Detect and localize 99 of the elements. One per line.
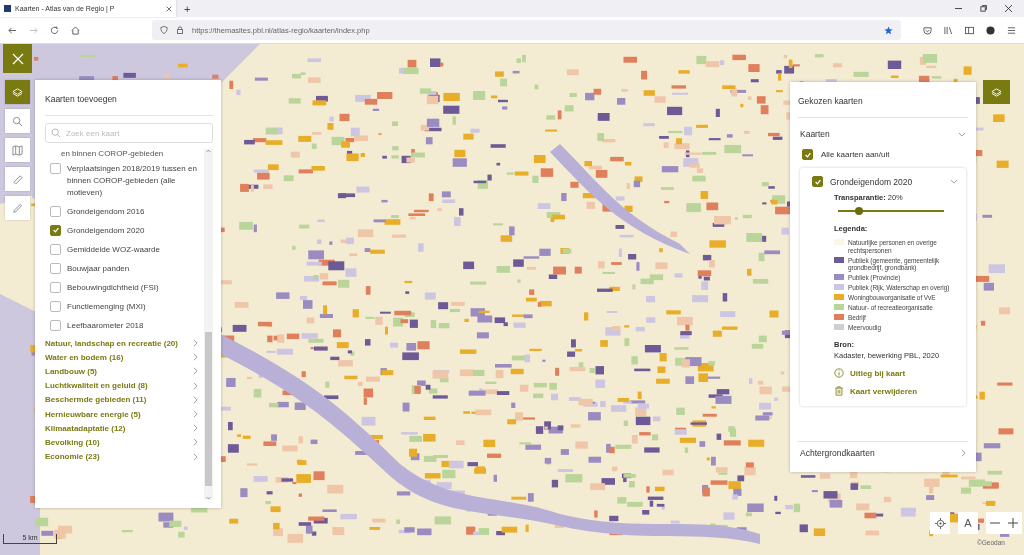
plus-icon: [1008, 518, 1018, 528]
section-header[interactable]: Kaarten: [798, 125, 968, 143]
tool-button[interactable]: [5, 196, 30, 220]
category-label: Landbouw (5): [45, 366, 97, 376]
library-icon[interactable]: [944, 25, 953, 35]
crosshair-icon: [934, 517, 946, 529]
category-label: Beschermde gebieden (11): [45, 395, 147, 405]
sidebar-icon[interactable]: [965, 25, 974, 35]
map-layer-item[interactable]: Bouwjaar panden: [45, 260, 204, 279]
lock-icon: [176, 26, 184, 34]
reload-icon[interactable]: [50, 25, 59, 35]
home-icon[interactable]: [71, 25, 80, 35]
layer-label: Leefbaarometer 2018: [67, 319, 144, 332]
pocket-icon[interactable]: [923, 25, 932, 35]
toggle-label: Alle kaarten aan/uit: [821, 150, 890, 159]
close-icon[interactable]: [1005, 5, 1012, 12]
category-item[interactable]: Water en bodem (16): [45, 350, 204, 365]
map-layer-item[interactable]: Verplaatsingen 2018/2019 tussen en binnen COROP-gebieden (alle motieven): [45, 160, 204, 203]
star-icon[interactable]: [884, 25, 893, 35]
map-layer-item[interactable]: Bebouwingdichtheid (FSI): [45, 279, 204, 298]
checkbox[interactable]: [50, 281, 61, 293]
minimize-icon[interactable]: [955, 5, 962, 12]
layers-icon: [12, 86, 23, 98]
new-tab-button[interactable]: +: [176, 0, 199, 17]
shield-icon: [160, 26, 168, 34]
category-label: Water en bodem (16): [45, 352, 124, 362]
panel-title: Kaarten toevoegen: [45, 90, 213, 116]
category-label: Hernieuwbare energie (5): [45, 409, 141, 419]
trash-icon: [834, 386, 844, 396]
category-item[interactable]: Beschermde gebieden (11): [45, 392, 204, 407]
info-icon: [834, 368, 844, 378]
layers-icon: [991, 86, 1002, 98]
section-header[interactable]: Achtergrondkaarten: [798, 441, 968, 462]
favicon-icon: [4, 5, 11, 12]
search-field[interactable]: Zoek een kaart: [45, 123, 213, 143]
category-item[interactable]: Landbouw (5): [45, 364, 204, 379]
action-link[interactable]: Uitleg bij kaart: [834, 368, 958, 378]
tool-button[interactable]: [5, 109, 30, 133]
category-label: Bevolking (10): [45, 437, 100, 447]
map-layer-item[interactable]: Leefbaarometer 2018: [45, 317, 204, 336]
layer-label: Verplaatsingen 2018/2019 tussen en binnen COROP-gebieden (alle motieven): [67, 162, 198, 199]
list-item-label: en binnen COROP-gebieden: [60, 149, 164, 159]
category-label: Economie (23): [45, 452, 100, 462]
tool-button[interactable]: [5, 80, 30, 104]
search-icon: [12, 115, 23, 127]
locate-button[interactable]: [930, 512, 950, 534]
slider-thumb[interactable]: [855, 207, 864, 215]
checkbox[interactable]: [50, 319, 61, 331]
category-item[interactable]: Hernieuwbare energie (5): [45, 406, 204, 422]
category-item[interactable]: Bevolking (10): [45, 435, 204, 450]
checkbox[interactable]: [50, 243, 61, 255]
layer-label: Bebouwingdichtheid (FSI): [67, 281, 159, 294]
close-icon[interactable]: [166, 5, 172, 12]
panel-title: Gekozen kaarten: [798, 92, 968, 118]
category-item[interactable]: Natuur, landschap en recreatie (20): [45, 336, 204, 351]
checkbox[interactable]: [50, 224, 61, 236]
layer-label: Bouwjaar panden: [67, 262, 130, 275]
north-button[interactable]: A: [958, 512, 978, 534]
layers-button[interactable]: [983, 80, 1010, 104]
category-label: Luchtkwaliteit en geluid (8): [45, 381, 148, 391]
pencil-icon: [12, 202, 23, 214]
close-icon: [11, 52, 24, 65]
scroll-down-icon[interactable]: [206, 496, 211, 500]
tool-button[interactable]: [5, 167, 30, 191]
map-layer-item[interactable]: Gemiddelde WOZ-waarde: [45, 241, 204, 260]
category-item[interactable]: Luchtkwaliteit en geluid (8): [45, 378, 204, 393]
close-button[interactable]: [3, 44, 32, 73]
action-link[interactable]: Kaart verwijderen: [834, 386, 958, 396]
category-item[interactable]: Economie (23): [45, 449, 204, 464]
chevron-right-icon: [961, 449, 966, 457]
map-layer-item[interactable]: Grondeigendom 2020: [45, 222, 204, 241]
checkbox[interactable]: [50, 300, 61, 312]
tool-button[interactable]: [5, 138, 30, 162]
chevron-down-icon: [950, 179, 958, 184]
checkbox[interactable]: [50, 262, 61, 274]
scroll-up-icon[interactable]: [206, 149, 211, 153]
category-item[interactable]: Klimaatadaptatie (12): [45, 421, 204, 436]
back-icon[interactable]: [8, 25, 17, 35]
checkbox[interactable]: [50, 162, 61, 174]
checkbox[interactable]: [50, 205, 61, 217]
layer-label: Grondeigendom 2020: [67, 224, 145, 237]
chevron-down-icon: [958, 131, 966, 137]
map-layer-item[interactable]: Grondeigendom 2016: [45, 203, 204, 222]
map-layer-item[interactable]: Functiemenging (MXI): [45, 298, 204, 317]
ruler-icon: [12, 173, 23, 185]
checkbox[interactable]: [802, 149, 813, 160]
category-label: Klimaatadaptatie (12): [45, 423, 126, 433]
restore-icon[interactable]: [980, 5, 987, 12]
menu-icon[interactable]: [1007, 25, 1016, 35]
category-label: Natuur, landschap en recreatie (20): [45, 338, 178, 348]
layer-name: Grondeigendom 2020: [830, 176, 914, 187]
layer-label: Functiemenging (MXI): [67, 300, 146, 313]
forward-icon[interactable]: [29, 25, 38, 35]
checkbox[interactable]: [812, 176, 823, 187]
layer-label: Gemiddelde WOZ-waarde: [67, 243, 160, 256]
scrollbar-thumb[interactable]: [205, 331, 212, 486]
account-icon[interactable]: [986, 25, 995, 35]
map-book-icon: [12, 144, 23, 156]
layer-label: Grondeigendom 2016: [67, 205, 145, 218]
